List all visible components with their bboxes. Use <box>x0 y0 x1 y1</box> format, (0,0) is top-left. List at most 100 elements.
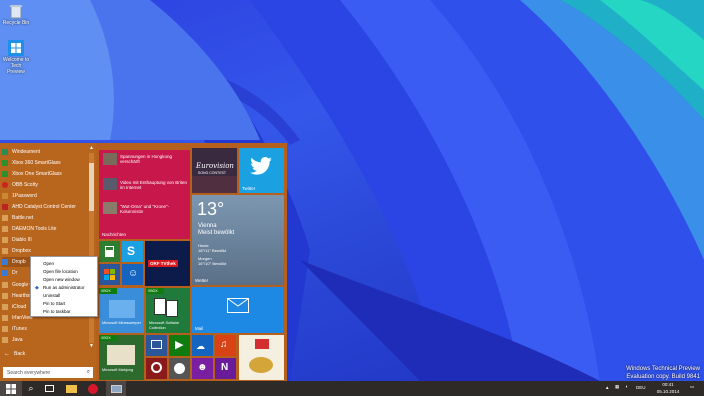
folder-icon <box>65 384 77 393</box>
store-tile[interactable] <box>99 264 120 285</box>
shield-icon: ◆ <box>35 285 39 291</box>
context-item-open-new-window[interactable]: Open new window <box>43 277 80 282</box>
file-explorer-button[interactable] <box>62 381 80 396</box>
tray-chevron-icon[interactable]: ▲ <box>605 385 609 390</box>
folder-icon <box>2 315 8 321</box>
play-icon: ▶ <box>175 339 184 351</box>
language-indicator[interactable]: DEU <box>636 385 646 390</box>
context-item-pin-to-taskbar[interactable]: Pin to taskbar <box>43 309 71 314</box>
calculator-icon <box>105 246 114 257</box>
camera-icon <box>174 363 185 374</box>
camera-tile[interactable] <box>169 358 190 379</box>
mahjong-tile[interactable]: XBOX Microsoft Mahjong <box>99 335 144 380</box>
scroll-down-button[interactable]: ▼ <box>88 343 95 349</box>
notification-icon[interactable]: ▭ <box>690 384 694 390</box>
context-menu: Open Open file location Open new window … <box>30 256 98 317</box>
app-label: Xbox One SmartGlass <box>12 171 62 177</box>
app-item[interactable]: iTunes <box>2 324 88 334</box>
onenote-icon: N <box>221 362 229 373</box>
app-item[interactable]: Java <box>2 335 88 345</box>
money-tile[interactable] <box>239 335 284 380</box>
app-item[interactable]: OBB Scotty <box>2 180 88 190</box>
context-item-run-as-administrator[interactable]: Run as administrator <box>43 285 85 290</box>
people-tile[interactable]: ☺ <box>122 264 143 285</box>
folder-icon <box>2 337 8 343</box>
calculator-tile[interactable] <box>99 241 120 262</box>
maps-tile[interactable] <box>146 358 167 379</box>
target-icon <box>151 362 162 373</box>
onedrive-tile[interactable]: ☁ <box>192 335 213 356</box>
back-arrow-icon: ← <box>4 351 10 357</box>
clock-time[interactable]: 00:41 <box>653 382 683 387</box>
recycle-bin-shortcut[interactable]: Recycle Bin <box>2 3 30 26</box>
app-item[interactable]: 1Password <box>2 191 88 201</box>
store-icon <box>104 269 115 280</box>
context-item-open-file-location[interactable]: Open file location <box>43 269 78 274</box>
back-button[interactable]: ← Back <box>4 351 25 357</box>
eurovision-tile[interactable]: Eurovision SONG CONTEST <box>192 148 237 193</box>
card-image <box>166 300 178 317</box>
opera-button[interactable] <box>84 381 102 396</box>
tile-label: Nachrichten <box>102 232 127 237</box>
bank-icon <box>255 339 269 349</box>
context-item-uninstall[interactable]: Uninstall <box>43 293 60 298</box>
orf-tvthek-tile[interactable]: ORF TVthek <box>145 241 190 286</box>
app-item[interactable]: Xbox One SmartGlass <box>2 169 88 179</box>
app-label: Dropbox <box>12 248 31 254</box>
minesweeper-tile[interactable]: XBOX Microsoft Minesweeper <box>99 288 144 333</box>
photos-tile[interactable] <box>146 335 167 356</box>
app-label: Windeament <box>12 149 41 155</box>
app-item[interactable]: AHD Catalyst Control Center <box>2 202 88 212</box>
headphones-icon: ♫ <box>220 339 228 350</box>
app-item[interactable]: Battle.net <box>2 213 88 223</box>
app-item[interactable]: Diablo III <box>2 235 88 245</box>
app-item[interactable]: Windeament <box>2 147 88 157</box>
eurovision-logo: Eurovision <box>196 162 234 170</box>
app-item[interactable]: Dropbox <box>2 246 88 256</box>
news-thumbnail <box>103 202 117 214</box>
scroll-up-button[interactable]: ▲ <box>88 145 95 151</box>
app-item[interactable]: Xbox 360 SmartGlass <box>2 158 88 168</box>
obb-icon <box>2 182 8 188</box>
onenote-tile[interactable]: N <box>215 358 236 379</box>
twitter-tile[interactable]: Twitter <box>239 148 284 193</box>
scrollbar-thumb[interactable] <box>89 163 94 211</box>
amd-icon <box>2 204 8 210</box>
folder-icon <box>2 215 8 221</box>
dropbox-icon <box>2 259 8 265</box>
people-icon: ☻ <box>197 362 208 373</box>
solitaire-tile[interactable]: XBOX Microsoft Solitaire Collection <box>146 288 190 333</box>
xbox-tile[interactable]: ▶ <box>169 335 190 356</box>
news-tile[interactable]: Spannungen in Hongkong verschärft Video … <box>99 150 190 239</box>
weather-condition: Meist bewölkt <box>198 230 235 236</box>
app-label: 1Password <box>12 193 37 199</box>
welcome-shortcut[interactable]: Welcome to Tech Preview <box>2 40 30 75</box>
folder-icon <box>2 193 8 199</box>
welcome-label: Welcome to Tech Preview <box>2 57 30 75</box>
folder-icon <box>2 293 8 299</box>
watermark-line2: Evaluation copy. Build 9841 <box>626 374 700 380</box>
folder-icon <box>2 226 8 232</box>
people-hub-tile[interactable]: ☻ <box>192 358 213 379</box>
context-item-pin-to-start[interactable]: Pin to Start <box>43 301 65 306</box>
start-button[interactable] <box>0 381 22 396</box>
app-label: Dr <box>12 270 18 276</box>
taskbar-search-button[interactable]: ⌕ <box>22 381 40 396</box>
weather-tile[interactable]: 13° Vienna Meist bewölkt Heute 18°/11° B… <box>192 195 284 285</box>
xbox-badge: XBOX <box>99 335 117 341</box>
clock-date[interactable]: 05.10.2014 <box>651 389 685 394</box>
skype-icon: S <box>127 244 136 258</box>
search-box[interactable]: Search everywhere ⌕ <box>3 367 93 378</box>
weather-today: 18°/11° Bewölkt <box>198 248 227 253</box>
context-item-open[interactable]: Open <box>43 261 54 266</box>
volume-icon[interactable]: ◖ <box>625 384 628 389</box>
news-headline: Spannungen in Hongkong verschärft <box>120 154 173 164</box>
app-item[interactable]: DAEMON Tools Lite <box>2 224 88 234</box>
skype-tile[interactable]: S <box>122 241 143 262</box>
task-view-button[interactable] <box>40 381 58 396</box>
network-icon[interactable]: ▦ <box>615 384 619 390</box>
dropbox-icon <box>2 270 8 276</box>
mail-tile[interactable]: Mail <box>192 287 284 333</box>
app-window-button[interactable] <box>106 381 126 396</box>
music-tile[interactable]: ♫ <box>215 335 236 356</box>
